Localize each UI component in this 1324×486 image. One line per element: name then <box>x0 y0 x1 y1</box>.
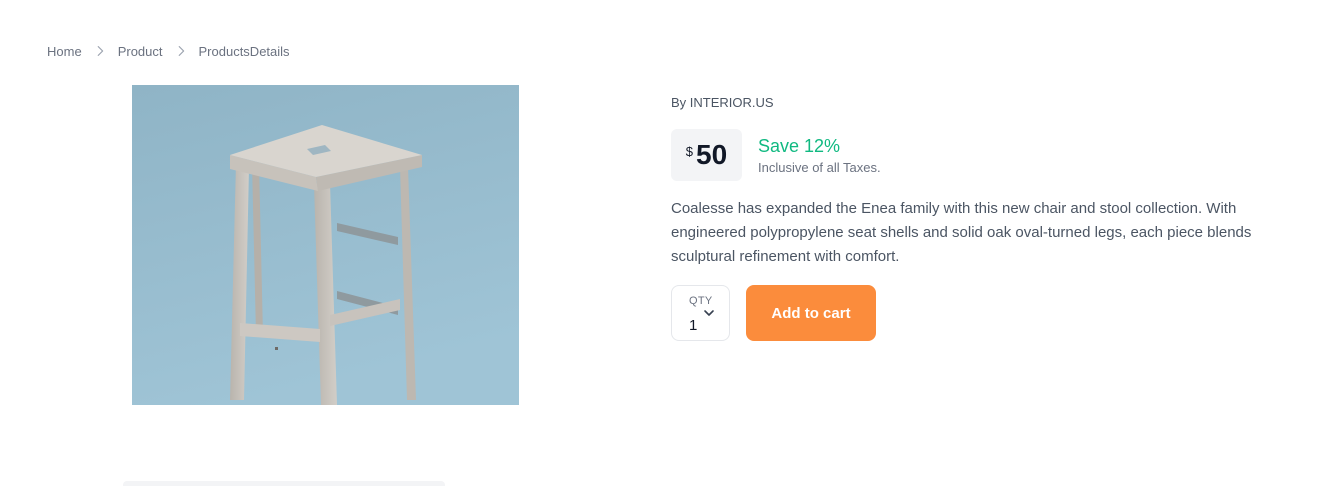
add-to-cart-button[interactable]: Add to cart <box>746 285 876 341</box>
wooden-stool-image <box>132 85 519 405</box>
price-box: $ 50 <box>671 129 742 181</box>
currency-symbol: $ <box>685 143 694 159</box>
price-row: $ 50 Save 12% Inclusive of all Taxes. <box>671 129 1301 181</box>
price-amount: 50 <box>696 139 728 170</box>
chevron-right-icon <box>88 43 112 59</box>
bottom-strip <box>123 481 445 486</box>
product-details: By INTERIOR.US $ 50 Save 12% Inclusive o… <box>671 95 1301 341</box>
chevron-right-icon <box>169 43 193 59</box>
action-row: QTY 1 Add to cart <box>671 285 1301 341</box>
product-image <box>132 85 519 405</box>
quantity-select[interactable]: QTY 1 <box>671 285 730 341</box>
brand-label: By INTERIOR.US <box>671 95 774 110</box>
breadcrumb: Home Product ProductsDetails <box>47 43 290 59</box>
product-description: Coalesse has expanded the Enea family wi… <box>671 200 1252 265</box>
breadcrumb-product[interactable]: Product <box>118 44 163 59</box>
chevron-down-icon <box>702 306 716 320</box>
tax-note: Inclusive of all Taxes. <box>758 160 881 175</box>
breadcrumb-products-details[interactable]: ProductsDetails <box>199 44 290 59</box>
save-badge: Save 12% <box>758 136 841 156</box>
breadcrumb-home[interactable]: Home <box>47 44 82 59</box>
quantity-value: 1 <box>689 317 698 334</box>
price-info: Save 12% Inclusive of all Taxes. <box>758 135 881 175</box>
